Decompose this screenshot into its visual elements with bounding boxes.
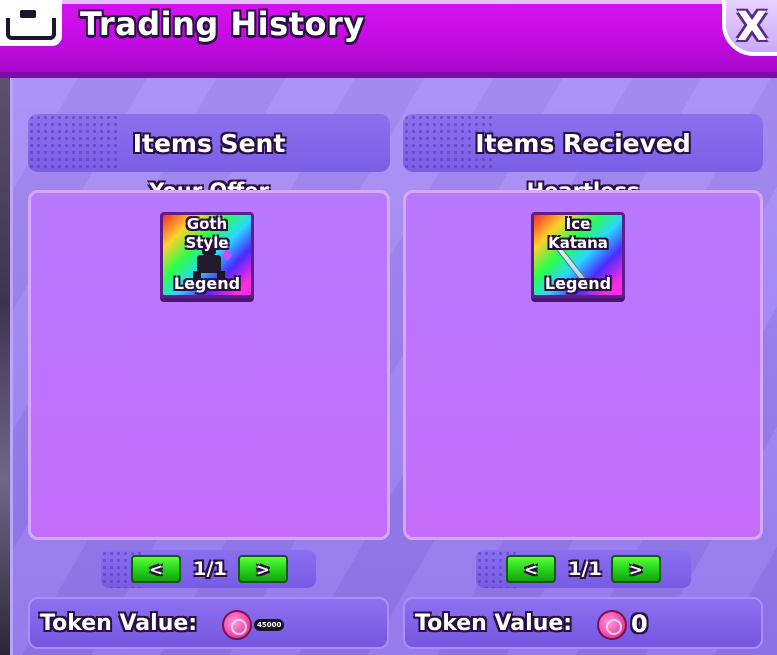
header-bar: Trading History X bbox=[0, 0, 777, 78]
item-name: Goth Style bbox=[185, 215, 229, 252]
item-rarity: Legend bbox=[544, 274, 612, 293]
token-value-label: Token Value: bbox=[415, 611, 573, 636]
token-value-label: Token Value: bbox=[40, 611, 198, 636]
item-card-ice-katana[interactable]: Ice Katana Legend bbox=[531, 212, 625, 298]
received-pager: < 1/1 > bbox=[476, 550, 691, 588]
prev-page-button[interactable]: < bbox=[506, 555, 556, 583]
next-page-button[interactable]: > bbox=[611, 555, 661, 583]
close-button[interactable]: X bbox=[722, 0, 777, 56]
sent-pager: < 1/1 > bbox=[101, 550, 316, 588]
item-name: Ice Katana bbox=[548, 215, 608, 252]
items-sent-title: Items Sent bbox=[132, 128, 286, 158]
item-card-goth-style[interactable]: Goth Style Legend bbox=[160, 212, 254, 298]
sent-token-value: Token Value: 45000 bbox=[28, 597, 389, 649]
page-indicator: 1/1 bbox=[193, 558, 227, 580]
close-icon: X bbox=[736, 4, 768, 50]
dots-pattern bbox=[28, 114, 118, 172]
token-coin-icon bbox=[597, 610, 627, 640]
items-received-header: Items Recieved bbox=[403, 114, 763, 172]
items-sent-header: Items Sent bbox=[28, 114, 390, 172]
page-indicator: 1/1 bbox=[568, 558, 602, 580]
token-amount: 45000 bbox=[254, 619, 285, 631]
chest-icon bbox=[0, 0, 62, 46]
item-rarity: Legend bbox=[173, 274, 241, 293]
received-token-value: Token Value: 0 bbox=[403, 597, 763, 649]
next-page-button[interactable]: > bbox=[238, 555, 288, 583]
token-coin-icon bbox=[222, 610, 252, 640]
page-title: Trading History bbox=[80, 5, 365, 43]
token-amount: 0 bbox=[631, 610, 648, 638]
items-received-title: Items Recieved bbox=[475, 128, 691, 158]
prev-page-button[interactable]: < bbox=[131, 555, 181, 583]
